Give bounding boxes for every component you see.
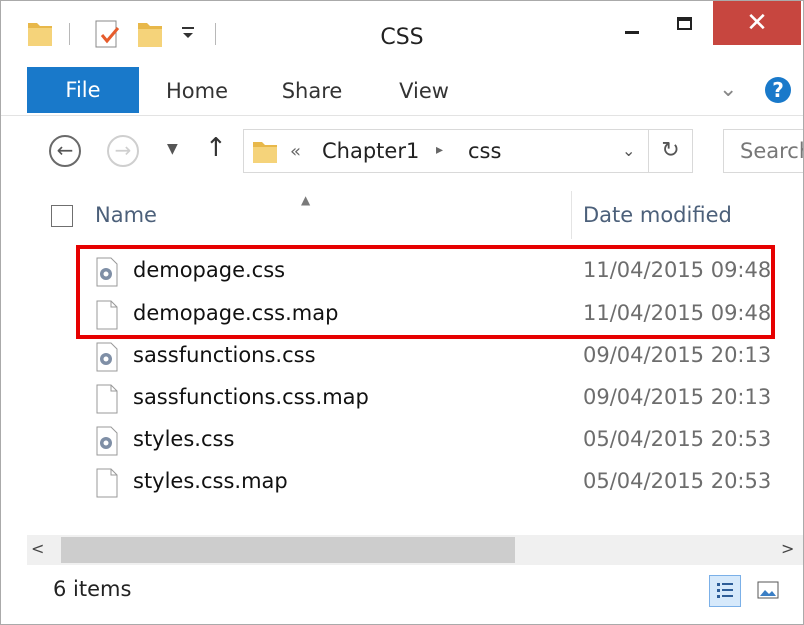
- breadcrumb-item-chapter1[interactable]: Chapter1: [322, 139, 419, 163]
- refresh-button[interactable]: ↻: [649, 129, 693, 173]
- file-row[interactable]: styles.css.map 05/04/2015 20:53: [1, 462, 803, 504]
- file-name: demopage.css.map: [133, 301, 339, 325]
- tab-file[interactable]: File: [27, 67, 139, 113]
- scroll-thumb[interactable]: [61, 537, 515, 563]
- tab-home[interactable]: Home: [153, 67, 241, 115]
- file-date: 11/04/2015 09:48: [583, 258, 772, 282]
- expand-ribbon-icon[interactable]: ⌄: [719, 77, 737, 102]
- file-row[interactable]: demopage.css 11/04/2015 09:48: [1, 251, 803, 293]
- scroll-left-icon[interactable]: <: [31, 539, 44, 558]
- folder-icon: [252, 140, 278, 168]
- file-date: 05/04/2015 20:53: [583, 427, 772, 451]
- close-button[interactable]: ✕: [713, 1, 801, 45]
- maximize-icon: [677, 17, 692, 30]
- css-file-icon: [95, 342, 119, 376]
- file-row[interactable]: demopage.css.map 11/04/2015 09:48: [1, 294, 803, 336]
- explorer-window: CSS ✕ File Home Share View ⌄ ? ← → ▼ ↑ «…: [0, 0, 804, 625]
- file-row[interactable]: sassfunctions.css 09/04/2015 20:13: [1, 336, 803, 378]
- file-name: styles.css: [133, 427, 235, 451]
- css-file-icon: [95, 257, 119, 291]
- scroll-right-icon[interactable]: >: [781, 539, 794, 558]
- help-icon[interactable]: ?: [765, 77, 791, 103]
- large-icons-view-button[interactable]: [753, 575, 785, 607]
- file-name: sassfunctions.css.map: [133, 385, 369, 409]
- file-date: 11/04/2015 09:48: [583, 301, 772, 325]
- column-header: ▲ Name Date modified: [1, 187, 803, 243]
- file-row[interactable]: styles.css 05/04/2015 20:53: [1, 420, 803, 462]
- file-name: styles.css.map: [133, 469, 288, 493]
- search-input[interactable]: Search: [723, 129, 803, 173]
- ribbon-tabs: File Home Share View ⌄ ?: [1, 67, 803, 116]
- maximize-button[interactable]: [661, 1, 709, 45]
- breadcrumb-separator-icon[interactable]: ▸: [436, 142, 443, 158]
- breadcrumb-overflow[interactable]: «: [290, 141, 301, 162]
- column-divider[interactable]: [571, 191, 572, 239]
- address-bar[interactable]: « Chapter1 ▸ css ⌄: [243, 129, 649, 173]
- blank-file-icon: [95, 300, 119, 334]
- file-row[interactable]: sassfunctions.css.map 09/04/2015 20:13: [1, 378, 803, 420]
- file-date: 09/04/2015 20:13: [583, 385, 772, 409]
- large-icons-view-icon: [757, 581, 779, 599]
- column-name[interactable]: Name: [95, 203, 157, 227]
- minimize-icon: [625, 31, 639, 34]
- recent-locations-icon[interactable]: ▼: [167, 141, 178, 157]
- back-button[interactable]: ←: [49, 135, 81, 167]
- blank-file-icon: [95, 468, 119, 502]
- item-count: 6 items: [53, 577, 132, 601]
- file-date: 09/04/2015 20:13: [583, 343, 772, 367]
- up-button[interactable]: ↑: [205, 133, 227, 163]
- file-name: sassfunctions.css: [133, 343, 316, 367]
- details-view-button[interactable]: [709, 575, 741, 607]
- forward-button[interactable]: →: [107, 135, 139, 167]
- horizontal-scrollbar[interactable]: < >: [27, 535, 803, 565]
- status-bar: 6 items: [1, 567, 803, 623]
- details-view-icon: [717, 583, 733, 598]
- blank-file-icon: [95, 384, 119, 418]
- navigation-bar: ← → ▼ ↑ « Chapter1 ▸ css ⌄ ↻ Search: [1, 117, 803, 185]
- minimize-button[interactable]: [605, 1, 655, 45]
- column-date-modified[interactable]: Date modified: [583, 203, 732, 227]
- css-file-icon: [95, 426, 119, 460]
- file-date: 05/04/2015 20:53: [583, 469, 772, 493]
- address-dropdown-icon[interactable]: ⌄: [622, 141, 635, 160]
- breadcrumb-item-css[interactable]: css: [468, 139, 501, 163]
- tab-view[interactable]: View: [387, 67, 461, 115]
- sort-ascending-icon: ▲: [301, 193, 311, 207]
- select-all-checkbox[interactable]: [51, 205, 73, 227]
- tab-share[interactable]: Share: [269, 67, 355, 115]
- close-icon: ✕: [746, 8, 768, 38]
- file-name: demopage.css: [133, 258, 286, 282]
- title-bar: CSS ✕: [1, 1, 803, 65]
